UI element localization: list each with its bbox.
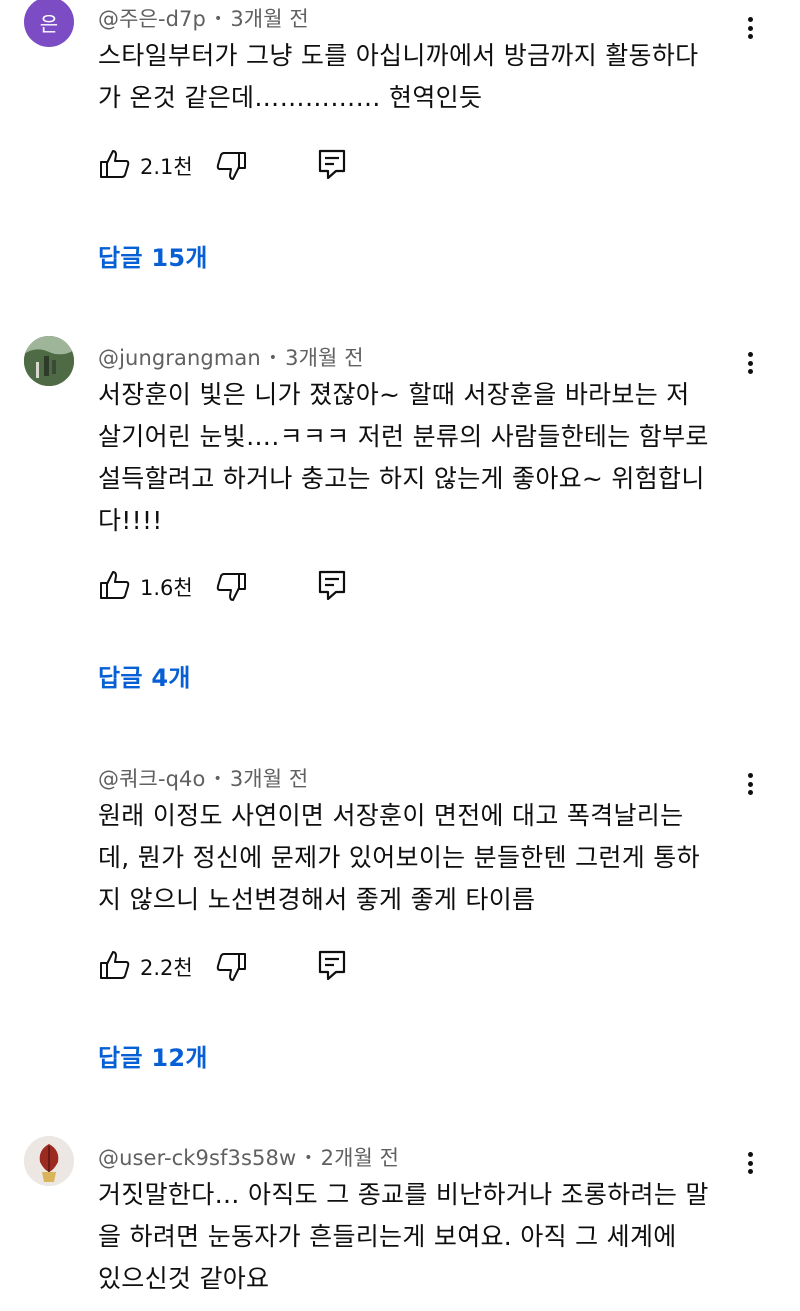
comment-text-line: 설득할려고 하거나 충고는 하지 않는게 좋아요~ 위험합니 [98,464,705,493]
reply-icon[interactable] [316,948,348,980]
comment-time[interactable]: 3개월 전 [230,767,309,791]
comment-text-line: 가 온것 같은데…………… 현역인듯 [98,83,483,112]
comment-actions: 1.6천 [98,568,418,604]
comment-text-line: 원래 이정도 사연이면 서장훈이 면전에 대고 폭격날리는 [98,801,684,830]
comment-meta: @jungrangman • 3개월 전 [98,346,364,370]
comment-meta: @user-ck9sf3s58w • 2개월 전 [98,1146,400,1170]
comment-text: 원래 이정도 사연이면 서장훈이 면전에 대고 폭격날리는 데, 뭔가 정신에 … [98,795,748,921]
avatar-letter: 은 [39,11,59,36]
thumbs-down-icon[interactable] [214,149,248,183]
comment-time[interactable]: 3개월 전 [230,7,309,31]
reply-icon[interactable] [316,568,348,600]
view-replies-link[interactable]: 답글 15개 [98,238,208,273]
view-replies-link[interactable]: 답글 4개 [98,658,191,693]
comment-text-line: 스타일부터가 그냥 도를 아십니까에서 방금까지 활동하다 [98,41,699,70]
thumbs-up-icon[interactable] [98,568,132,602]
thumbs-up-icon[interactable] [98,147,132,181]
view-replies-link[interactable]: 답글 12개 [98,1038,208,1073]
avatar-image [24,1136,74,1186]
comment-actions: 2.2천 [98,948,418,984]
comment-text: 거짓말한다… 아직도 그 종교를 비난하거나 조롱하려는 말 을 하려면 눈동자… [98,1174,748,1300]
comment-text: 서장훈이 빛은 니가 졌잖아~ 할때 서장훈을 바라보는 저 살기어린 눈빛….… [98,374,748,542]
comment-text-line: 살기어린 눈빛….ㅋㅋㅋ 저런 분류의 사람들한테는 함부로 [98,422,709,451]
comment-text-line: 을 하려면 눈동자가 흔들리는게 보여요. 아직 그 세계에 [98,1222,677,1251]
avatar[interactable] [24,1136,74,1186]
like-count: 1.6천 [140,576,193,600]
comment-handle[interactable]: @쿼크-q4o [98,767,205,791]
reply-icon[interactable] [316,147,348,179]
comment-meta: @쿼크-q4o • 3개월 전 [98,767,309,791]
comment-handle[interactable]: @user-ck9sf3s58w [98,1146,296,1170]
avatar[interactable] [24,336,74,386]
comment-text-line: 다!!!! [98,506,163,535]
comment-text-line: 거짓말한다… 아직도 그 종교를 비난하거나 조롱하려는 말 [98,1180,709,1209]
comment-handle[interactable]: @jungrangman [98,346,261,370]
thumbs-down-icon[interactable] [214,570,248,604]
thumbs-down-icon[interactable] [214,950,248,984]
comment-meta: @주은-d7p • 3개월 전 [98,7,309,31]
comment-text: 스타일부터가 그냥 도를 아십니까에서 방금까지 활동하다 가 온것 같은데……… [98,35,748,119]
comment-text-line: 있으신것 같아요 [98,1264,270,1293]
comment-text-line: 서장훈이 빛은 니가 졌잖아~ 할때 서장훈을 바라보는 저 [98,380,690,409]
comment-handle[interactable]: @주은-d7p [98,7,206,31]
avatar-image [24,336,74,386]
thumbs-up-icon[interactable] [98,948,132,982]
like-count: 2.1천 [140,155,193,179]
like-count: 2.2천 [140,956,193,980]
comment-text-line: 지 않으니 노선변경해서 좋게 좋게 타이름 [98,885,536,914]
avatar[interactable]: 은 [24,0,74,47]
comment-time[interactable]: 3개월 전 [285,346,364,370]
comment-time[interactable]: 2개월 전 [321,1146,400,1170]
comment-text-line: 데, 뭔가 정신에 문제가 있어보이는 분들한텐 그런게 통하 [98,843,700,872]
comment-actions: 2.1천 [98,147,418,183]
